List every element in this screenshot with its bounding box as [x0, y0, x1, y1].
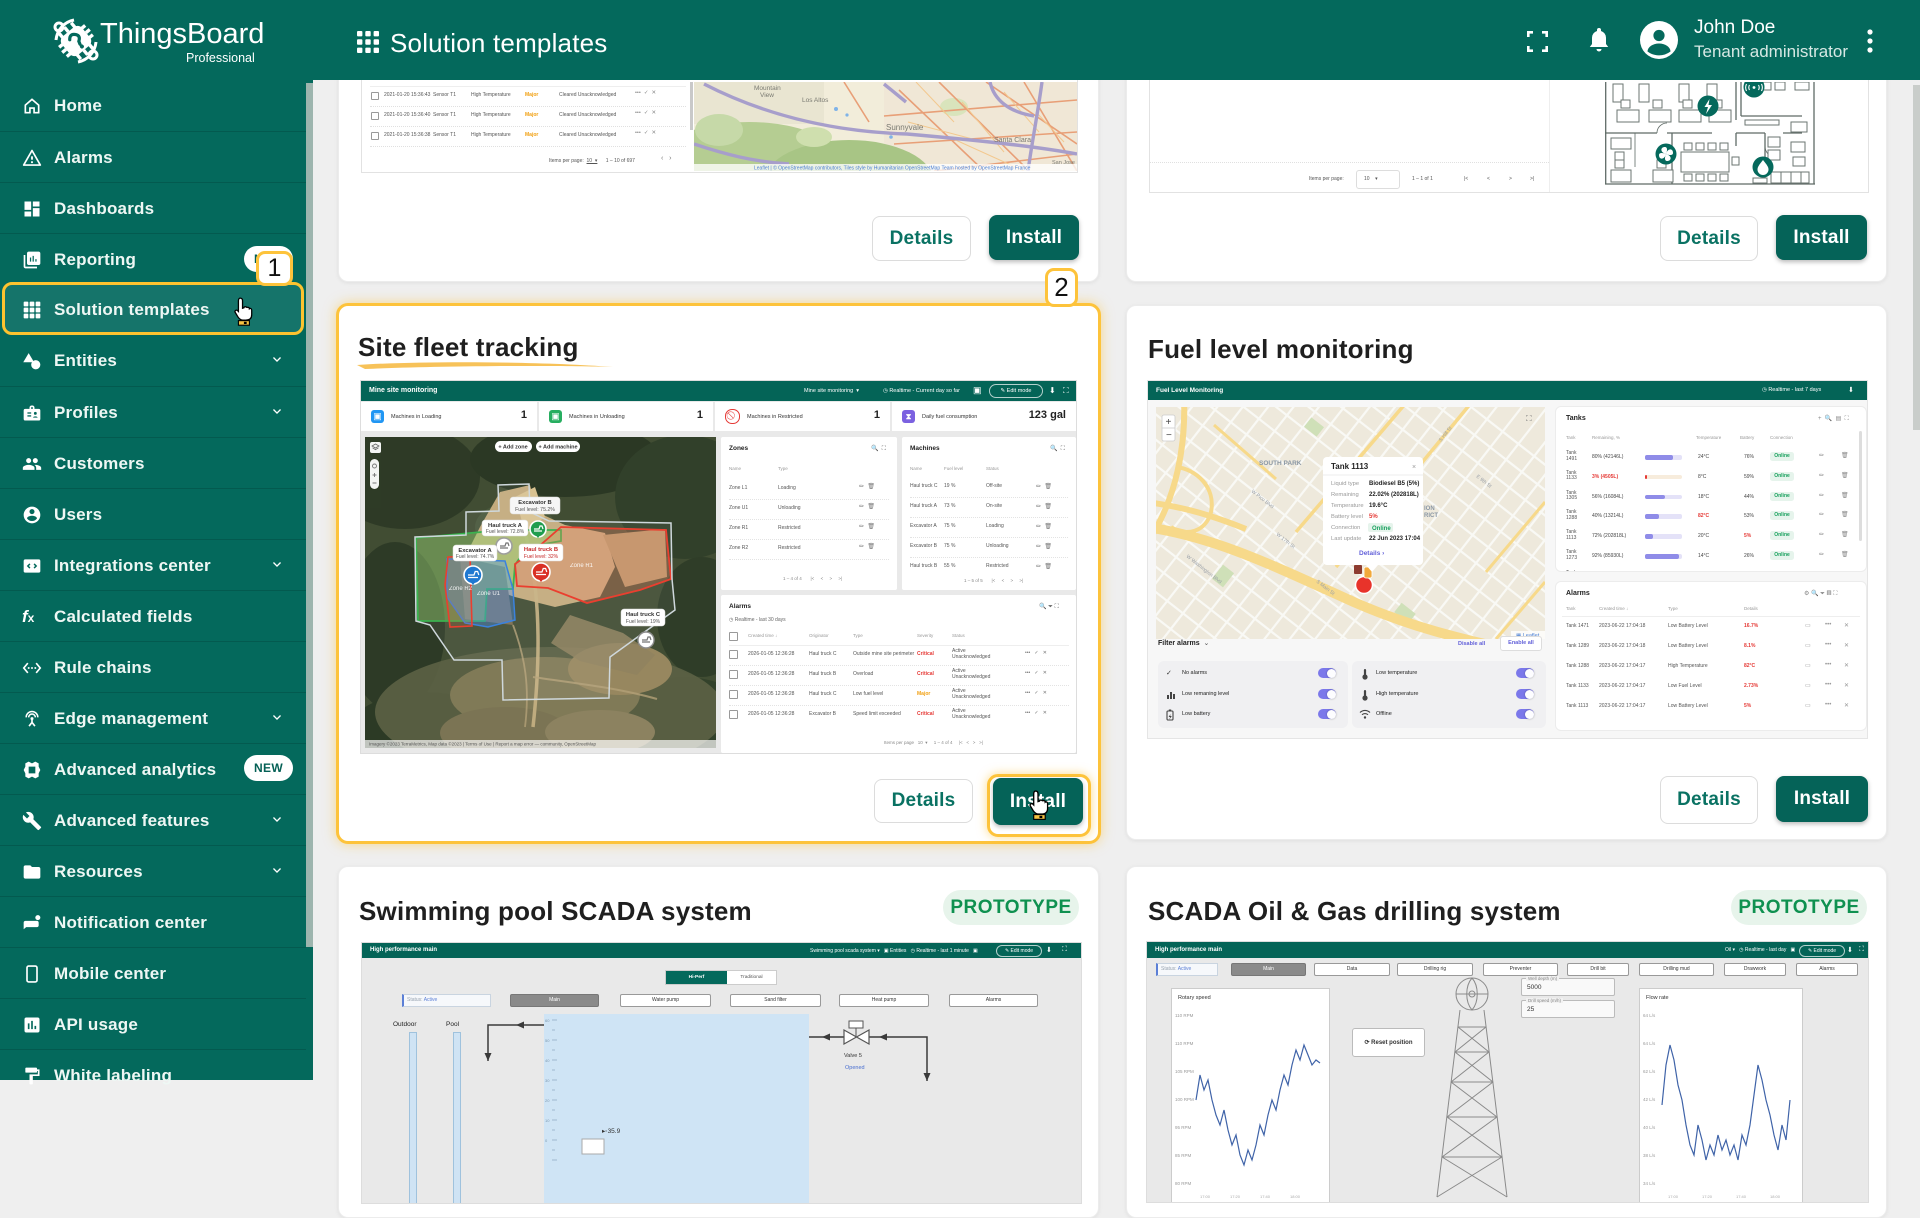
svg-text:Biodiesel B5 (5%): Biodiesel B5 (5%): [1369, 481, 1419, 487]
svg-text:34 L/s: 34 L/s: [1643, 1181, 1656, 1186]
svg-text:18:00: 18:00: [1770, 1194, 1781, 1199]
svg-text:Los Altos: Los Altos: [802, 97, 829, 104]
svg-text:Last update: Last update: [1331, 536, 1361, 542]
svg-text:85 RPM: 85 RPM: [1175, 1153, 1192, 1158]
svg-text:Temperature: Temperature: [1331, 503, 1364, 509]
svg-text:110 RPM: 110 RPM: [1175, 1013, 1194, 1018]
svg-text:22.02% (202818L): 22.02% (202818L): [1369, 492, 1419, 498]
svg-text:Fuel level: 72.8%: Fuel level: 72.8%: [486, 529, 525, 535]
svg-text:80 RPM: 80 RPM: [1175, 1181, 1192, 1186]
svg-text:Fuel level: 74.7%: Fuel level: 74.7%: [456, 554, 495, 560]
svg-text:5%: 5%: [1369, 514, 1378, 520]
svg-text:17:40: 17:40: [1260, 1194, 1271, 1199]
svg-text:0: 0: [545, 1138, 548, 1143]
svg-text:Details ›: Details ›: [1359, 550, 1384, 557]
svg-text:18:00: 18:00: [1290, 1194, 1301, 1199]
svg-text:Haul truck B: Haul truck B: [524, 547, 558, 553]
svg-text:Fuel level: 19%: Fuel level: 19%: [626, 619, 661, 625]
svg-text:17:00: 17:00: [1668, 1194, 1679, 1199]
svg-text:Tank 1113: Tank 1113: [1331, 462, 1369, 471]
svg-text:Fuel level: 32%: Fuel level: 32%: [524, 554, 559, 560]
svg-text:40 L/s: 40 L/s: [1643, 1125, 1656, 1130]
svg-text:42 L/s: 42 L/s: [1643, 1097, 1656, 1102]
svg-text:Liquid type: Liquid type: [1331, 481, 1359, 487]
svg-text:20: 20: [545, 1098, 550, 1103]
svg-text:17:20: 17:20: [1702, 1194, 1713, 1199]
svg-text:60: 60: [545, 1018, 550, 1023]
svg-text:⛶: ⛶: [1525, 414, 1532, 423]
svg-text:110 RPM: 110 RPM: [1175, 1041, 1194, 1046]
svg-text:Zone U1: Zone U1: [477, 591, 501, 597]
svg-text:30: 30: [545, 1078, 550, 1083]
svg-text:▸◦35.9: ▸◦35.9: [602, 1128, 621, 1135]
svg-text:Mountain: Mountain: [754, 85, 781, 92]
svg-text:17:20: 17:20: [1230, 1194, 1241, 1199]
svg-text:64 L/s: 64 L/s: [1643, 1013, 1656, 1018]
svg-text:RICT: RICT: [1424, 513, 1438, 519]
svg-text:Imagery ©2023 TerraMetrics, Ma: Imagery ©2023 TerraMetrics, Map data ©20…: [369, 741, 597, 747]
svg-text:Excavator B: Excavator B: [518, 500, 552, 506]
svg-text:22 Jun 2023 17:04: 22 Jun 2023 17:04: [1369, 536, 1421, 542]
svg-text:Leaflet | © OpenStreetMap cont: Leaflet | © OpenStreetMap contributors, …: [754, 165, 1031, 172]
svg-text:Valve 5: Valve 5: [844, 1053, 862, 1059]
svg-text:Zone R1: Zone R1: [570, 563, 594, 569]
svg-text:View: View: [760, 92, 774, 99]
svg-text:Battery level: Battery level: [1331, 514, 1363, 520]
svg-text:40: 40: [545, 1058, 550, 1063]
svg-text:×: ×: [1412, 464, 1416, 471]
svg-text:17:40: 17:40: [1736, 1194, 1747, 1199]
svg-text:62 L/s: 62 L/s: [1643, 1069, 1656, 1074]
svg-text:Online: Online: [1372, 526, 1391, 532]
svg-text:Opened: Opened: [845, 1065, 865, 1071]
svg-text:Haul truck C: Haul truck C: [626, 612, 661, 618]
svg-text:+ Add zone: + Add zone: [498, 445, 527, 451]
svg-text:64 L/s: 64 L/s: [1643, 1041, 1656, 1046]
svg-text:+ Add machine: + Add machine: [538, 445, 577, 451]
svg-text:50: 50: [545, 1038, 550, 1043]
svg-text:19.6°C: 19.6°C: [1369, 503, 1388, 509]
svg-text:Connection: Connection: [1331, 525, 1360, 531]
svg-text:SOUTH PARK: SOUTH PARK: [1259, 460, 1302, 467]
svg-text:Santa Clara: Santa Clara: [994, 137, 1031, 144]
svg-text:+: +: [1166, 417, 1172, 428]
svg-text:17:00: 17:00: [1200, 1194, 1211, 1199]
svg-text:Sunnyvale: Sunnyvale: [886, 123, 924, 132]
svg-text:105 RPM: 105 RPM: [1175, 1069, 1194, 1074]
svg-text:Zone R2: Zone R2: [449, 586, 473, 592]
svg-text:Fuel level: 75.2%: Fuel level: 75.2%: [515, 507, 555, 513]
svg-text:Remaining: Remaining: [1331, 492, 1359, 498]
svg-text:−: −: [1166, 430, 1172, 441]
svg-text:100 RPM: 100 RPM: [1175, 1097, 1194, 1102]
svg-text:95 RPM: 95 RPM: [1175, 1125, 1192, 1130]
svg-text:10: 10: [545, 1118, 550, 1123]
svg-text:38 L/s: 38 L/s: [1643, 1153, 1656, 1158]
svg-text:ION: ION: [1424, 506, 1435, 512]
